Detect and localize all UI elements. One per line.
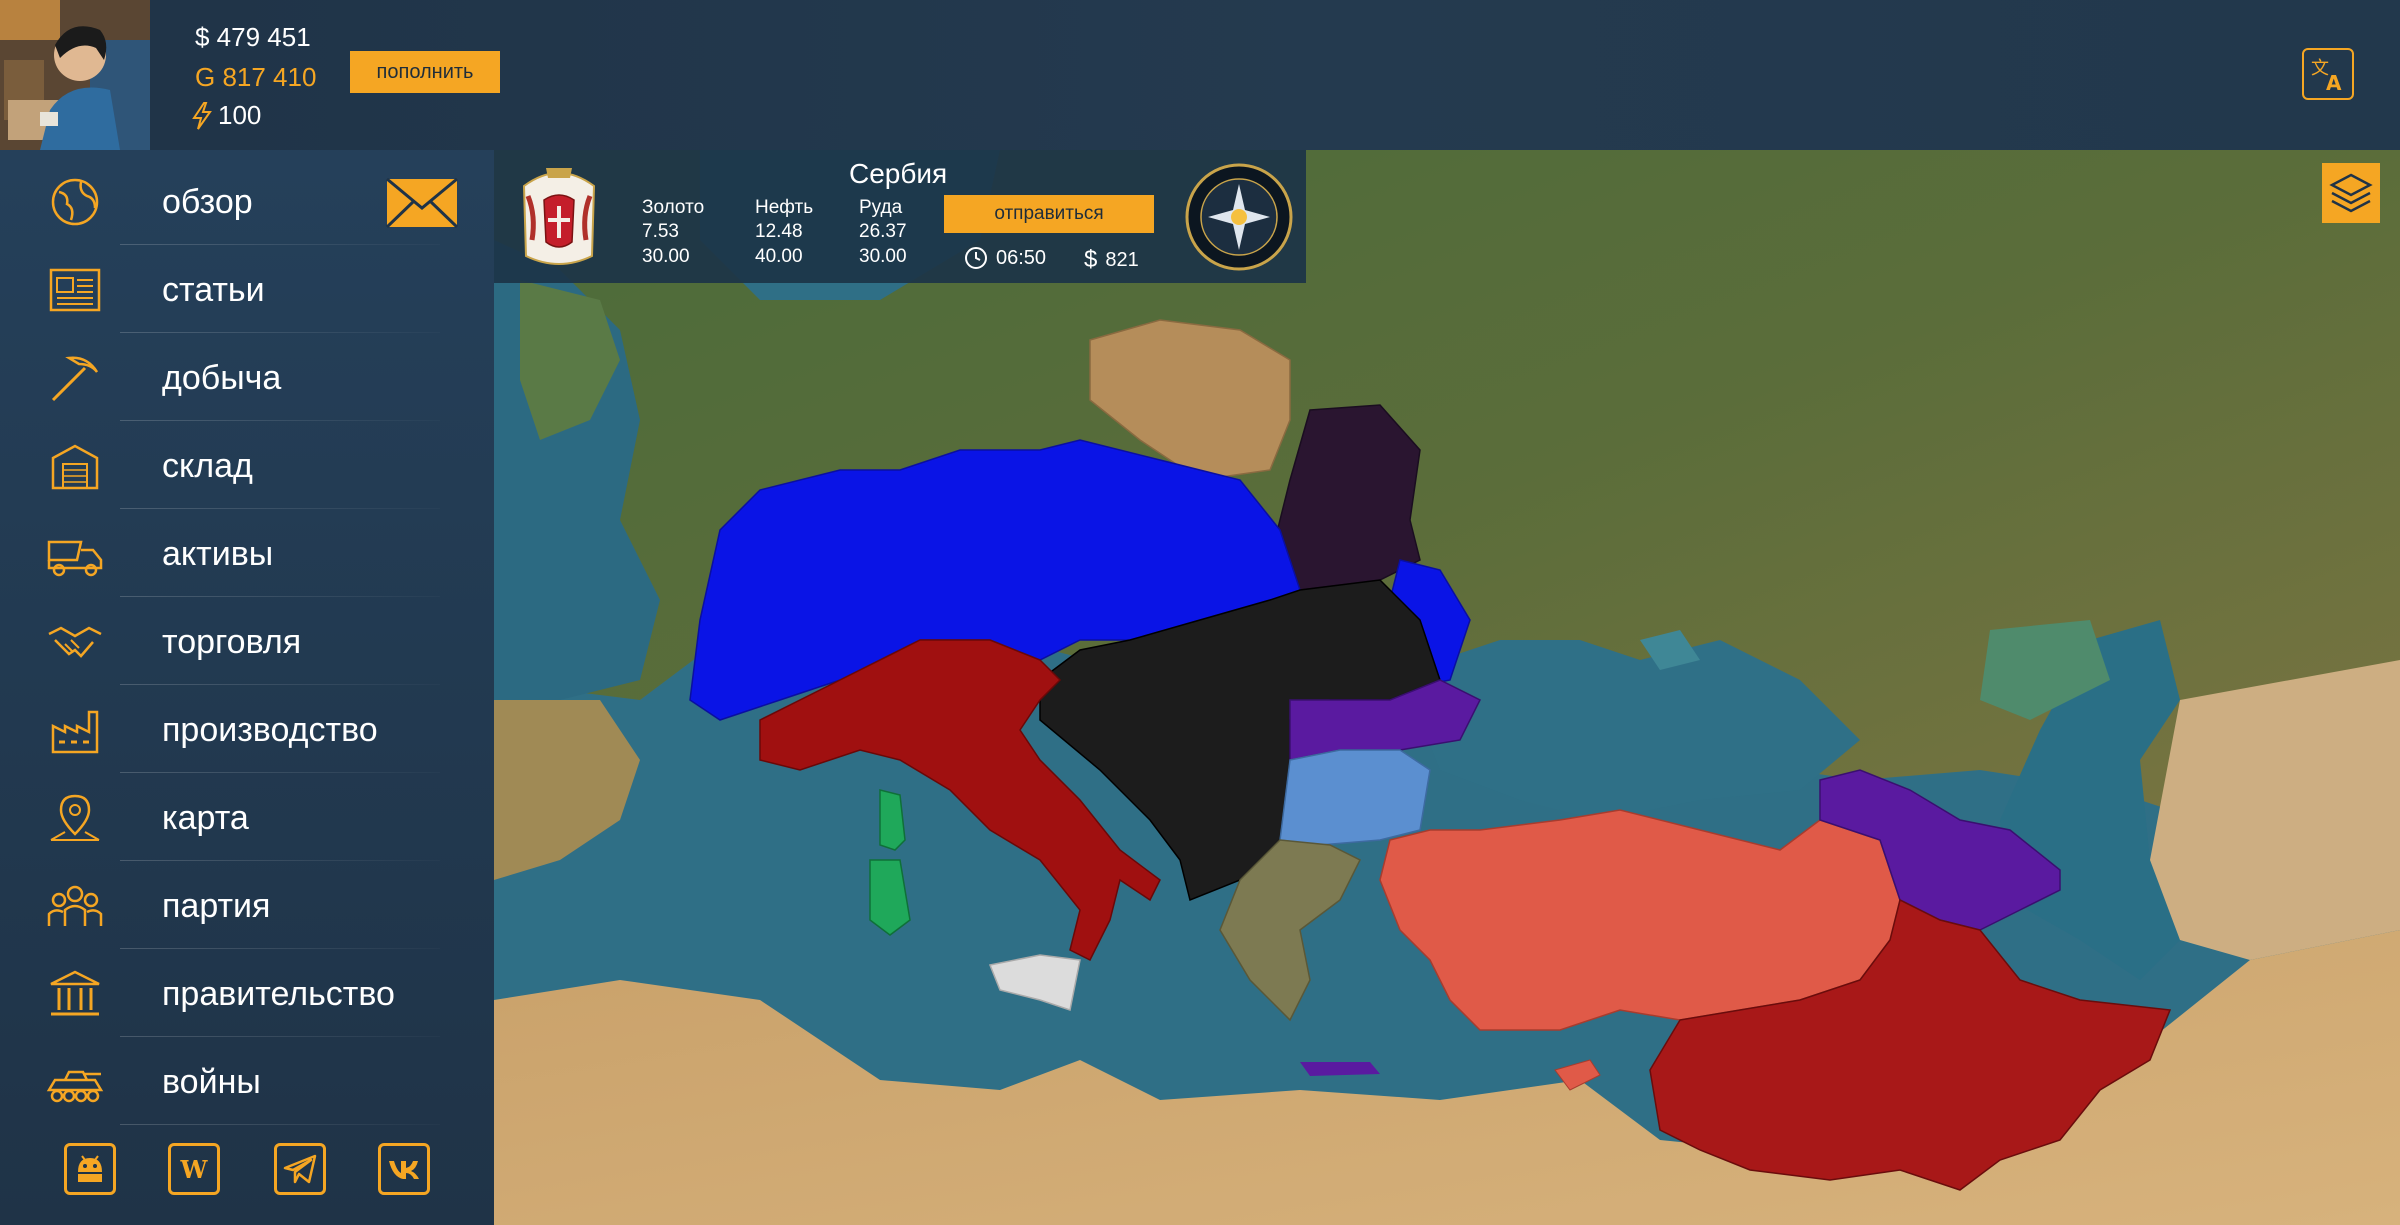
dump-truck-icon [40,524,110,584]
sidebar-item-label: правительство [162,974,395,1013]
resource-label: Нефть [755,197,814,218]
sidebar-item-warehouse[interactable]: склад [40,423,440,509]
factory-icon [40,700,110,760]
sidebar-item-articles[interactable]: статьи [40,247,440,333]
serbia-coat-of-arms-icon[interactable] [514,166,604,270]
newspaper-icon [40,260,110,320]
resource-value: 12.48 [755,221,803,242]
sidebar-item-label: статьи [162,270,265,309]
topup-button[interactable]: пополнить [350,51,500,93]
lightning-icon [192,101,212,130]
wikipedia-icon[interactable]: W [168,1143,220,1195]
sidebar-item-label: обзор [162,182,253,221]
gold-balance: G 817 410 [195,62,317,92]
energy-indicator: 100 [190,100,261,131]
sidebar-item-trade[interactable]: торговля [40,599,440,685]
resource-value: 40.00 [755,246,803,267]
social-links: W [60,1143,440,1199]
sidebar-item-overview[interactable]: обзор [40,159,440,245]
sidebar-item-label: торговля [162,622,302,661]
armored-vehicle-icon [40,1052,110,1112]
pickaxe-icon [40,348,110,408]
avatar[interactable] [0,0,150,150]
travel-time: 06:50 [964,246,1046,270]
sidebar-item-label: склад [162,446,253,485]
sidebar-item-production[interactable]: производство [40,687,440,773]
travel-time-value: 06:50 [996,246,1047,269]
sidebar-item-party[interactable]: партия [40,863,440,949]
government-building-icon [40,964,110,1024]
sidebar-item-government[interactable]: правительство [40,951,440,1037]
travel-cost-value: 821 [1105,248,1139,271]
resource-label: Золото [642,197,705,218]
sidebar-item-label: добыча [162,358,282,397]
dollar-icon: $ [1084,246,1098,273]
envelope-icon[interactable] [386,178,458,228]
resource-value: 30.00 [642,246,690,267]
android-icon[interactable] [64,1143,116,1195]
resource-label: Руда [859,197,903,218]
handshake-icon [40,612,110,672]
world-map[interactable] [494,150,2400,1225]
sidebar-item-assets[interactable]: активы [40,511,440,597]
sidebar-item-label: активы [162,534,274,573]
layers-icon[interactable] [2322,163,2380,223]
sidebar-item-label: производство [162,710,378,749]
svg-text:A: A [2326,71,2342,94]
region-light-blue[interactable] [1279,749,1431,846]
sidebar-item-label: карта [162,798,249,837]
warehouse-icon [40,436,110,496]
resource-value: 26.37 [859,221,907,242]
sidebar-item-label: войны [162,1062,261,1101]
depart-button[interactable]: отправиться [944,195,1154,233]
country-info-panel: Сербия Золото 7.53 30.00 Нефть 12.48 40.… [494,150,1306,283]
people-icon [40,876,110,936]
energy-value: 100 [218,100,262,130]
resource-value: 30.00 [859,246,907,267]
region-crete[interactable] [1300,1062,1380,1076]
party-emblem-icon[interactable] [1184,162,1294,272]
country-name: Сербия [849,158,948,189]
money-balance: $ 479 451 [195,22,311,52]
vk-icon[interactable] [378,1143,430,1195]
clock-icon [965,247,987,269]
sidebar: обзор статьи добыча склад активы торговл… [0,150,494,1225]
map-pin-icon [40,788,110,848]
top-bar: $ 479 451 G 817 410 100 пополнить 文 A [0,0,2400,150]
sidebar-item-mining[interactable]: добыча [40,335,440,421]
travel-cost: $ 821 [1084,246,1139,274]
sidebar-item-wars[interactable]: войны [40,1039,440,1125]
sidebar-item-map[interactable]: карта [40,775,440,861]
telegram-icon[interactable] [274,1143,326,1195]
globe-icon [40,172,110,232]
resource-value: 7.53 [642,221,679,242]
translate-icon[interactable]: 文 A [2302,48,2354,100]
sidebar-item-label: партия [162,886,271,925]
